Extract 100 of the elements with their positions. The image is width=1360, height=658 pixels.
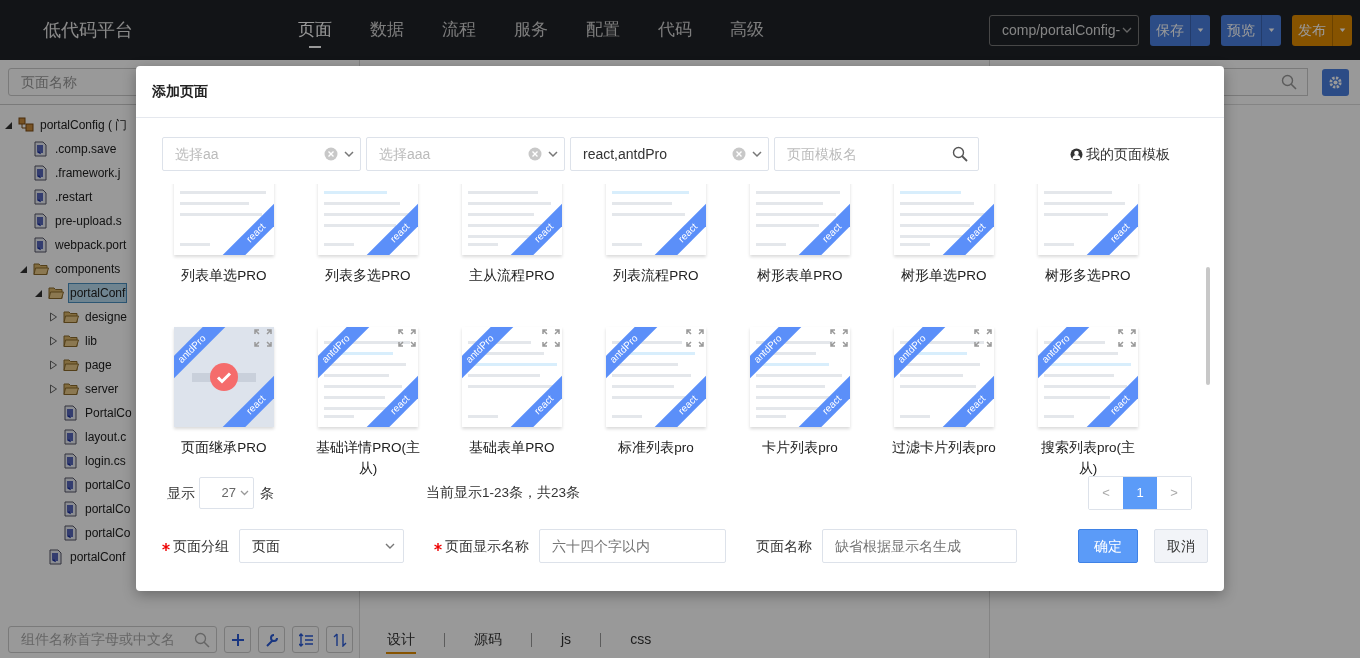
nav-tab[interactable]: 高级 [711, 0, 783, 60]
settings-button[interactable] [1322, 68, 1349, 96]
user-icon [1070, 147, 1083, 161]
template-name: 树形单选PRO [900, 267, 988, 285]
file-icon [63, 429, 79, 445]
my-templates-link[interactable]: 我的页面模板 [1070, 143, 1170, 165]
nav-tab[interactable]: 流程 [423, 0, 495, 60]
tree-item[interactable]: lib [84, 332, 98, 350]
template-name: 列表单选PRO [180, 267, 268, 285]
page-size-select[interactable]: 27 [199, 477, 254, 509]
chevron-icon [385, 542, 395, 550]
group-select[interactable]: 页面 [239, 529, 404, 563]
editor-tab[interactable]: 设计 [386, 626, 416, 654]
nav-tab[interactable]: 页面 [279, 0, 351, 60]
dropdown-toggle-button[interactable] [1190, 14, 1210, 46]
tree-item[interactable]: .restart [54, 188, 94, 206]
page-size-label: 显示 [167, 483, 195, 503]
file-icon [63, 525, 79, 541]
wrench-icon [264, 632, 279, 647]
action-button[interactable]: 预览 [1221, 14, 1261, 46]
nav-tab[interactable]: 数据 [351, 0, 423, 60]
search-icon [1281, 74, 1297, 90]
search-icon [952, 146, 968, 162]
tree-item[interactable]: .framework.j [54, 164, 122, 182]
text-input[interactable]: 六十四个字以内 [539, 529, 726, 563]
folder-icon [63, 309, 79, 325]
file-icon [63, 477, 79, 493]
check-icon [210, 363, 238, 391]
template-name: 基础表单PRO [468, 439, 556, 457]
chevron-icon [752, 150, 762, 158]
file-icon [48, 549, 64, 565]
nav-tab[interactable]: 服务 [495, 0, 567, 60]
tool-button[interactable] [292, 626, 320, 653]
template-name: 搜索列表pro(主从) [1040, 439, 1136, 476]
folder-icon [48, 285, 64, 301]
editor-tab[interactable]: js [560, 626, 573, 654]
text-input[interactable]: 缺省根据显示名生成 [822, 529, 1017, 563]
tree-item[interactable]: portalConf [69, 284, 127, 302]
template-name: 卡片列表pro [761, 439, 839, 457]
gear-icon [1328, 74, 1343, 90]
tool-button[interactable] [224, 626, 252, 653]
template-name: 页面继承PRO [180, 439, 268, 457]
page-size-label: 条 [260, 483, 274, 503]
cancel-button[interactable]: 取消 [1154, 529, 1208, 563]
tree-item[interactable]: server [84, 380, 120, 398]
tree-item[interactable]: portalConfig ( 门 [39, 116, 129, 134]
tree-item[interactable]: portalCo [84, 500, 132, 518]
page-button[interactable]: 1 [1123, 477, 1157, 509]
file-icon [63, 501, 79, 517]
nav-tab[interactable]: 代码 [639, 0, 711, 60]
file-icon [63, 405, 79, 421]
confirm-button[interactable]: 确定 [1078, 529, 1138, 563]
folder-icon [33, 261, 49, 277]
tool-button[interactable] [258, 626, 286, 653]
folder-icon [63, 333, 79, 349]
plus-icon [230, 632, 245, 647]
scrollbar[interactable] [1206, 267, 1210, 385]
chevron-icon [548, 150, 558, 158]
clear-icon [528, 147, 542, 161]
tree-item[interactable]: components [54, 260, 122, 278]
field-label: 页面显示名称 [434, 535, 529, 557]
dropdown-toggle-button[interactable] [1332, 14, 1352, 46]
file-icon [33, 165, 49, 181]
tree-item[interactable]: login.cs [84, 452, 127, 470]
chevron-icon [344, 150, 354, 158]
tree-item[interactable]: webpack.port [54, 236, 128, 254]
file-icon [33, 189, 49, 205]
nav-tab[interactable]: 配置 [567, 0, 639, 60]
search-icon [194, 631, 211, 648]
template-name: 基础详情PRO(主从) [315, 439, 421, 476]
chevron-icon [240, 490, 249, 496]
tree-item[interactable]: pre-upload.s [54, 212, 123, 230]
caret-icon [1197, 26, 1204, 34]
file-icon [33, 237, 49, 253]
project-select[interactable]: comp/portalConfig- [989, 14, 1139, 46]
template-name: 树形多选PRO [1044, 267, 1132, 285]
editor-tab[interactable]: css [629, 626, 653, 654]
project-icon [18, 117, 34, 133]
editor-tab[interactable]: 源码 [473, 626, 503, 654]
tool-button[interactable] [326, 626, 353, 653]
tree-item[interactable]: portalCo [84, 524, 132, 542]
dialog-title: 添加页面 [152, 82, 208, 101]
filter-select[interactable]: react,antdPro [570, 137, 769, 171]
ordered-list-icon [298, 632, 313, 647]
file-icon [33, 141, 49, 157]
field-label: 页面分组 [162, 535, 229, 557]
action-button[interactable]: 保存 [1150, 14, 1190, 46]
folder-icon [63, 381, 79, 397]
file-icon [63, 453, 79, 469]
tree-item[interactable]: portalConf [69, 548, 127, 566]
tree-item[interactable]: layout.c [84, 428, 128, 446]
tree-item[interactable]: page [84, 356, 113, 374]
page-summary: 当前显示1-23条，共23条 [426, 483, 581, 502]
template-name: 标准列表pro [617, 439, 695, 457]
tree-item[interactable]: PortalCo [84, 404, 133, 422]
tree-item[interactable]: .comp.save [54, 140, 118, 158]
dropdown-toggle-button[interactable] [1261, 14, 1281, 46]
tree-item[interactable]: portalCo [84, 476, 132, 494]
tree-item[interactable]: designe [84, 308, 129, 326]
template-name: 树形表单PRO [756, 267, 844, 285]
